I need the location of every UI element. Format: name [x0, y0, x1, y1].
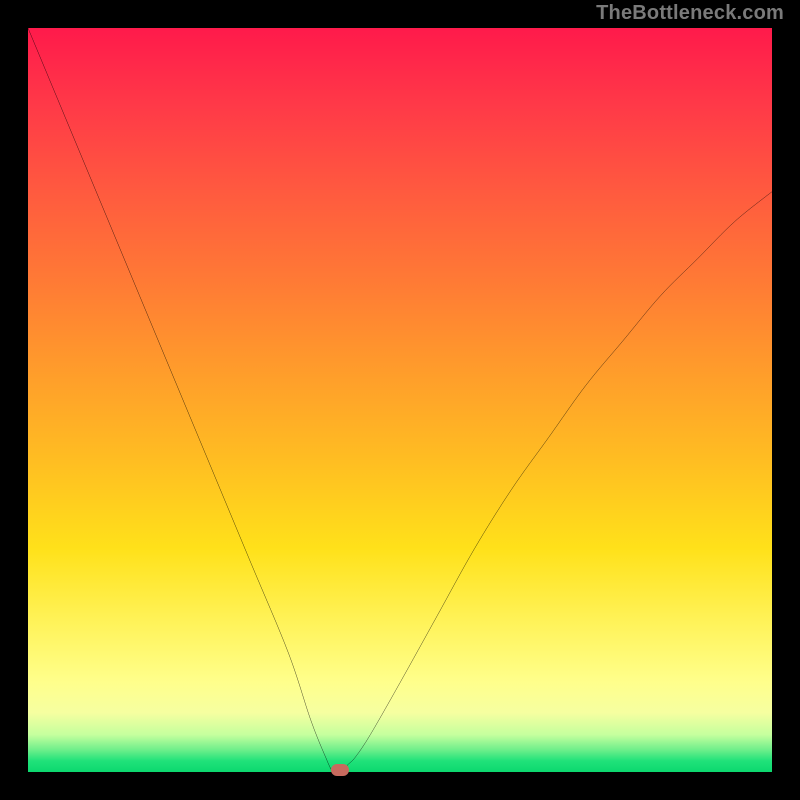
- bottleneck-curve: [28, 28, 772, 772]
- watermark-text: TheBottleneck.com: [596, 2, 784, 25]
- curve-path: [28, 28, 772, 772]
- optimal-point-marker: [331, 764, 349, 776]
- chart-frame: TheBottleneck.com: [0, 0, 800, 800]
